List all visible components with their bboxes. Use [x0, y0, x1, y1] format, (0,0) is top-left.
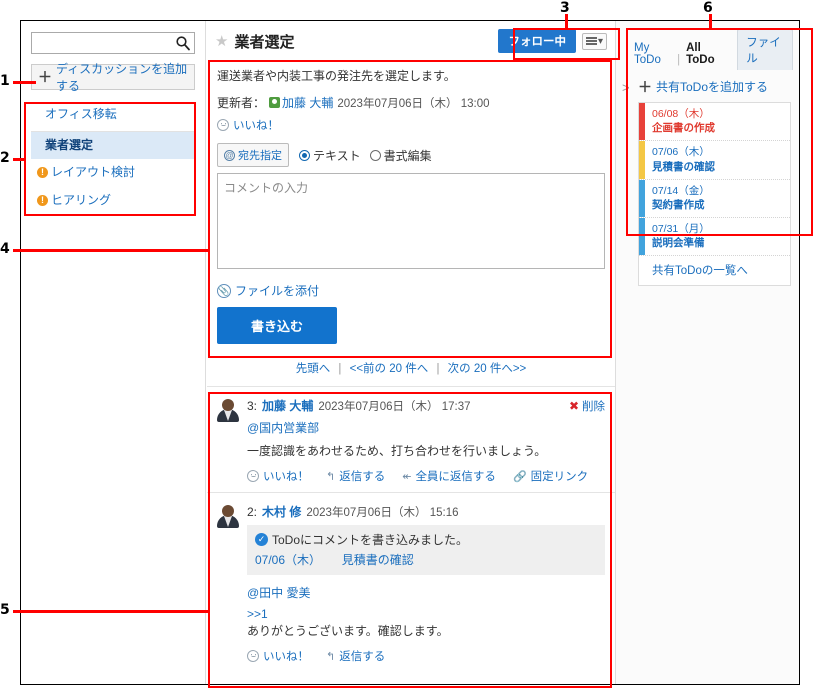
add-discussion-label: ディスカッションを追加する: [56, 62, 188, 93]
search-row: [31, 32, 195, 54]
annotation-leader-1: [13, 81, 36, 84]
annotation-number-6: 6: [703, 0, 713, 16]
pager-prev[interactable]: <<前の 20 件へ: [350, 363, 429, 375]
pager-separator: |: [436, 363, 440, 375]
annotation-box-2: [24, 102, 196, 216]
annotation-leader-5: [13, 610, 209, 613]
annotation-leader-4: [13, 249, 209, 252]
pager-first[interactable]: 先頭へ: [296, 363, 331, 375]
annotation-number-2: 2: [0, 150, 10, 166]
annotation-box-4: [208, 60, 612, 358]
annotation-number-4: 4: [0, 241, 10, 257]
annotation-box-3: [513, 28, 620, 60]
plus-icon: ＋: [38, 69, 52, 85]
annotation-box-5: [208, 392, 612, 688]
annotation-leader-3: [565, 14, 568, 29]
screenshot-root: ＋ ディスカッションを追加する オフィス移転 業者選定 ! レイアウト検討 ! …: [0, 0, 820, 698]
star-icon[interactable]: ★: [215, 34, 228, 49]
annotation-number-3: 3: [560, 0, 570, 16]
pager-next[interactable]: 次の 20 件へ>>: [448, 363, 527, 375]
annotation-number-5: 5: [0, 602, 10, 618]
shared-todo-list-link[interactable]: 共有ToDoの一覧へ: [639, 256, 790, 285]
add-discussion-button[interactable]: ＋ ディスカッションを追加する: [31, 62, 195, 93]
page-title: 業者選定: [234, 33, 295, 51]
annotation-leader-2: [13, 158, 26, 161]
annotation-number-1: 1: [0, 73, 10, 89]
pager-separator: |: [338, 363, 342, 375]
search-input[interactable]: [31, 32, 195, 54]
annotation-box-6: [626, 28, 813, 236]
annotation-leader-6: [709, 14, 712, 29]
todo-name: 説明会準備: [652, 237, 705, 250]
